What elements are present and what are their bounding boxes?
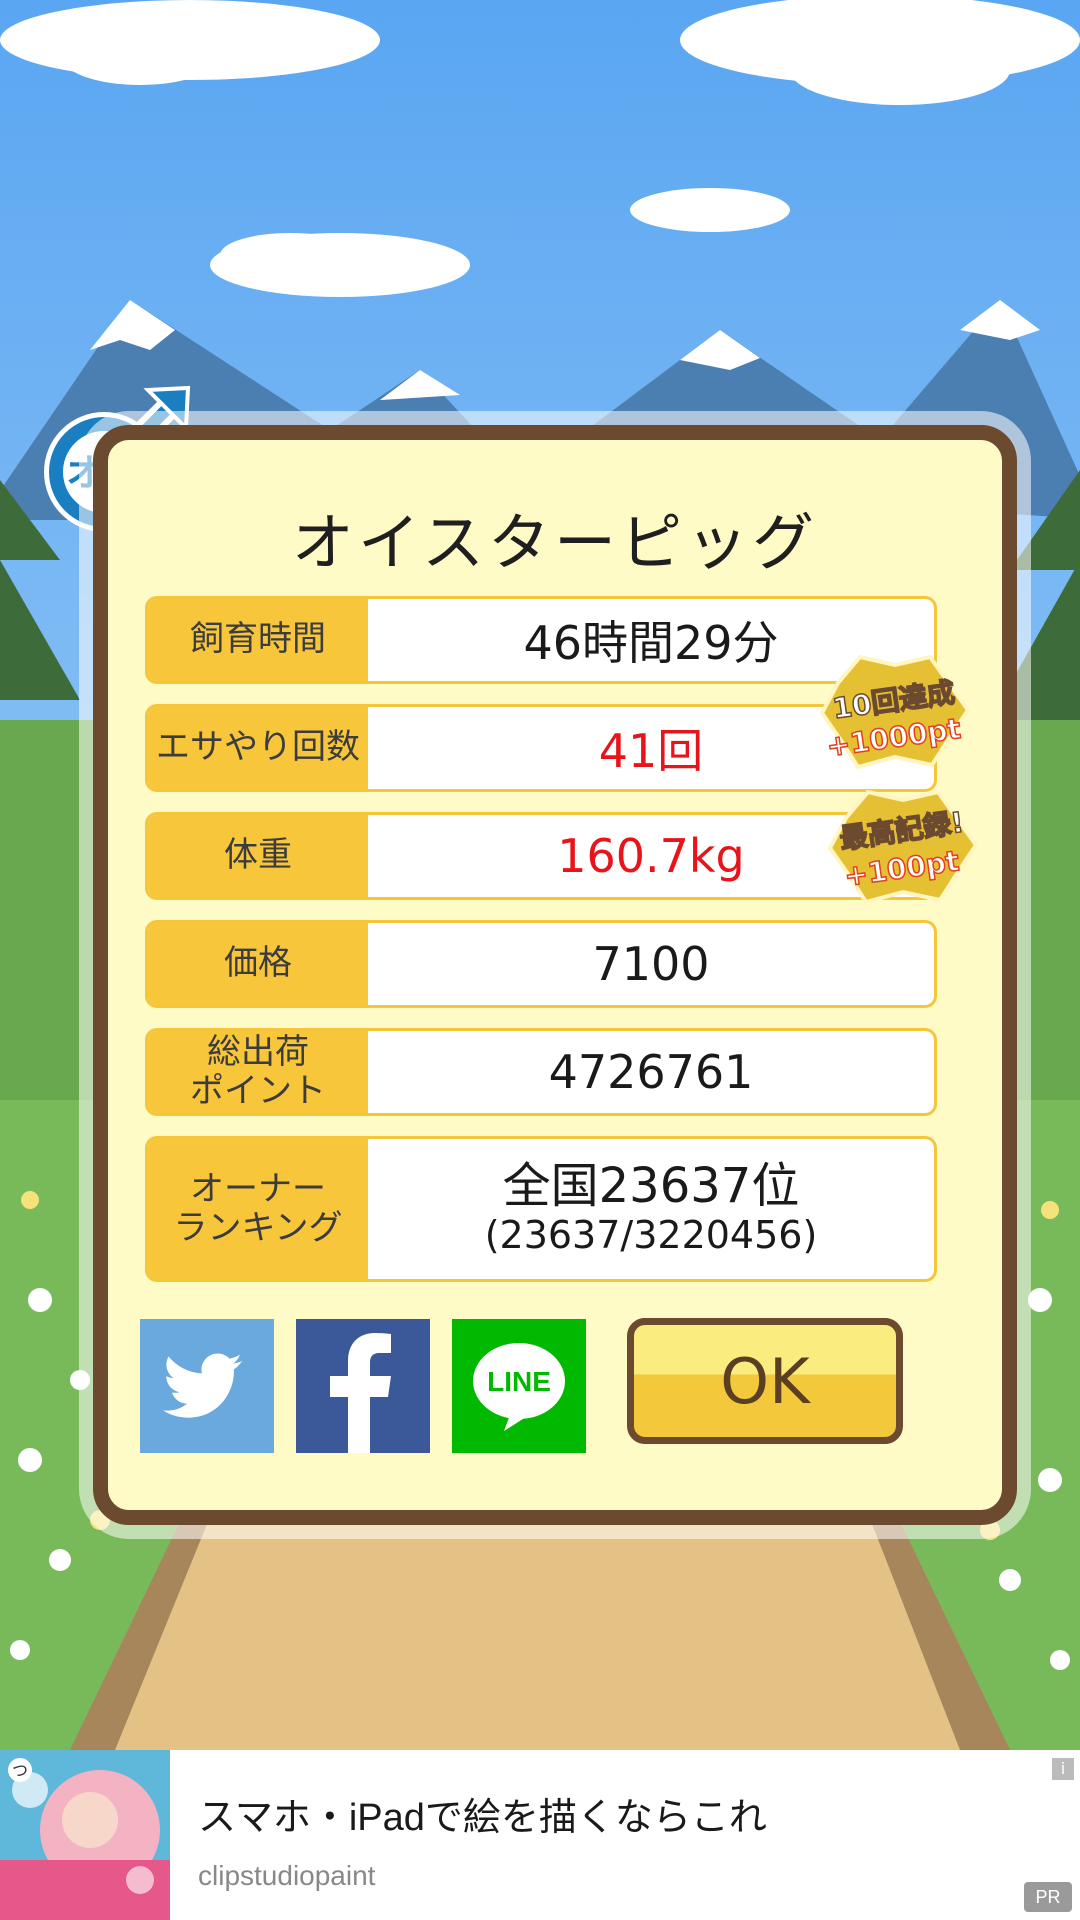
ranking-value: 全国23637位 (23637/3220456) bbox=[368, 1139, 934, 1279]
stat-label: オーナー ランキング bbox=[148, 1139, 368, 1279]
pig-name-title: オイスターピッグ bbox=[291, 506, 819, 579]
stat-row-rearing-time: 飼育時間 46時間29分 bbox=[145, 596, 937, 684]
ad-banner[interactable]: つ スマホ・iPadで絵を描くならこれ clipstudiopaint i PR bbox=[0, 1750, 1080, 1920]
result-dialog: オイスターピッグ 飼育時間 46時間29分 エサやり回数 41回 体重 160.… bbox=[93, 425, 1017, 1525]
ranking-main: 全国23637位 bbox=[502, 1157, 800, 1214]
stat-row-price: 価格 7100 bbox=[145, 920, 937, 1008]
stat-row-feed-count: エサやり回数 41回 bbox=[145, 704, 937, 792]
stat-value: 4726761 bbox=[548, 1045, 754, 1099]
stat-row-total-shipping-points: 総出荷 ポイント 4726761 bbox=[145, 1028, 937, 1116]
line-share-button[interactable]: LINE bbox=[452, 1319, 586, 1453]
svg-text:LINE: LINE bbox=[487, 1366, 551, 1397]
ok-button[interactable]: OK bbox=[627, 1318, 903, 1444]
ad-domain[interactable]: clipstudiopaint bbox=[198, 1860, 375, 1892]
ad-thumbnail-image[interactable]: つ bbox=[0, 1750, 170, 1920]
svg-text:つ: つ bbox=[12, 1761, 28, 1780]
ranking-sub: (23637/3220456) bbox=[484, 1212, 818, 1257]
ad-info-icon[interactable]: i bbox=[1052, 1758, 1074, 1780]
stat-label: エサやり回数 bbox=[148, 707, 368, 789]
facebook-share-button[interactable] bbox=[296, 1319, 430, 1453]
stat-label: 価格 bbox=[148, 923, 368, 1005]
stat-row-owner-ranking: オーナー ランキング 全国23637位 (23637/3220456) bbox=[145, 1136, 937, 1282]
stat-value: 7100 bbox=[592, 937, 710, 991]
stat-label: 体重 bbox=[148, 815, 368, 897]
stat-label: 飼育時間 bbox=[148, 599, 368, 681]
stat-label: 総出荷 ポイント bbox=[148, 1031, 368, 1113]
achievement-seal-record: 最高記録! +100pt bbox=[828, 790, 978, 905]
twitter-share-button[interactable] bbox=[140, 1319, 274, 1453]
stat-row-weight: 体重 160.7kg bbox=[145, 812, 937, 900]
achievement-seal-feed-count: 10回達成 +1000pt bbox=[820, 655, 970, 770]
ad-title[interactable]: スマホ・iPadで絵を描くならこれ bbox=[198, 1786, 767, 1841]
ad-pr-badge: PR bbox=[1024, 1882, 1072, 1912]
